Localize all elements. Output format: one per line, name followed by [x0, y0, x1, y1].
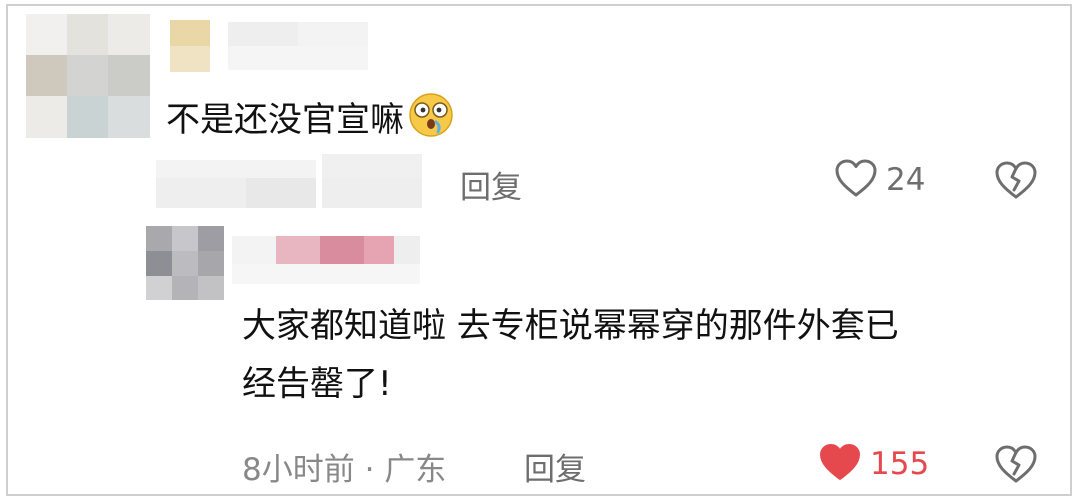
username[interactable]	[232, 232, 422, 288]
comment-text: 大家都知道啦 去专柜说幂幂穿的那件外套已 经告罄了!	[242, 304, 899, 408]
avatar[interactable]	[146, 226, 224, 300]
comment-meta-blurred	[156, 154, 426, 214]
heart-filled-icon	[818, 442, 862, 486]
location: 广东	[384, 452, 447, 488]
reply-button[interactable]: 回复	[524, 444, 586, 489]
broken-heart-icon[interactable]	[994, 444, 1038, 488]
comment-text: 不是还没官宣嘛	[166, 92, 454, 151]
heart-icon	[834, 158, 878, 202]
like-count: 24	[886, 162, 926, 198]
comment-panel: 不是还没官宣嘛 回复 24 大家都知道啦 去专柜说幂幂穿的那件外套已 经告罄了!…	[6, 4, 1072, 496]
reply-button[interactable]: 回复	[460, 162, 522, 207]
broken-heart-icon[interactable]	[994, 160, 1038, 204]
like-button[interactable]: 155	[818, 442, 929, 486]
comment-meta: 8小时前 · 广东	[242, 444, 446, 489]
comment-text-line-2: 经告罄了!	[242, 363, 392, 404]
avatar[interactable]	[26, 14, 150, 138]
timestamp: 8小时前	[242, 452, 355, 488]
like-count: 155	[870, 446, 930, 482]
username[interactable]	[152, 18, 372, 74]
dizzy-face-emoji	[408, 92, 454, 151]
meta-separator: ·	[364, 452, 375, 488]
comment-text-line-1: 大家都知道啦 去专柜说幂幂穿的那件外套已	[242, 306, 899, 346]
like-button[interactable]: 24	[834, 158, 925, 202]
